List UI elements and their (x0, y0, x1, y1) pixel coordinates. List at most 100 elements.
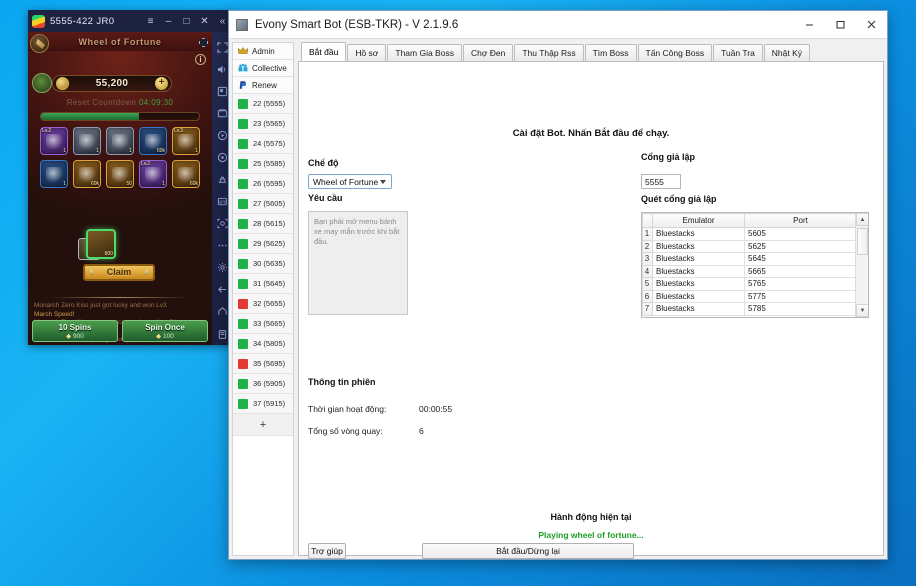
prize-item[interactable]: Lv.21 (139, 160, 167, 188)
account-status-indicator (238, 199, 248, 209)
bot-window[interactable]: Evony Smart Bot (ESB-TKR) - V 2.1.9.6 Ad… (228, 10, 888, 560)
prize-item[interactable]: 1 (73, 127, 101, 155)
scroll-down-arrow-icon[interactable]: ▼ (856, 304, 869, 317)
game-viewport[interactable]: Wheel of Fortune i 55,200 + Reset Countd… (28, 32, 212, 345)
panel-header-note: Cài đặt Bot. Nhấn Bắt đầu để chạy. (299, 128, 883, 139)
info-icon[interactable]: i (195, 54, 206, 65)
table-row[interactable]: 3Bluestacks5645 (643, 253, 857, 266)
row-index: 4 (643, 265, 653, 278)
account-list-item[interactable]: 27 (5605) (233, 194, 293, 214)
expand-icon[interactable] (199, 38, 208, 47)
requirement-textbox[interactable]: Bạn phải mở menu bánh xe may mắn trước k… (308, 211, 408, 315)
account-list-item[interactable]: 29 (5625) (233, 234, 293, 254)
prize-item[interactable]: 50 (106, 160, 134, 188)
sidebar-item-renew[interactable]: Renew (233, 77, 293, 94)
account-list-item[interactable]: 34 (5805) (233, 334, 293, 354)
claim-button[interactable]: Claim (83, 264, 155, 281)
help-button[interactable]: Trợ giúp (308, 543, 346, 559)
menu-icon[interactable]: ≡ (142, 11, 159, 31)
account-list-item[interactable]: 31 (5645) (233, 274, 293, 294)
table-row[interactable]: 5Bluestacks5765 (643, 278, 857, 291)
app-icon (236, 19, 248, 31)
maximize-icon[interactable]: □ (178, 11, 195, 31)
column-header-port[interactable]: Port (745, 214, 857, 228)
account-list-item[interactable]: 26 (5595) (233, 174, 293, 194)
accounts-sidebar: Admin Collective Renew 22 (5555)23 (5565… (232, 42, 294, 556)
table-row[interactable]: 7Bluestacks5785 (643, 303, 857, 316)
table-row[interactable]: 2Bluestacks5625 (643, 240, 857, 253)
close-button[interactable] (856, 11, 887, 39)
session-info-label: Thông tin phiên (308, 377, 375, 387)
account-list-item[interactable]: 23 (5565) (233, 114, 293, 134)
account-status-indicator (238, 99, 248, 109)
current-action-value: Playing wheel of fortune... (299, 530, 883, 540)
account-list-item[interactable]: 33 (5665) (233, 314, 293, 334)
mode-select[interactable]: Wheel of Fortune (308, 174, 392, 189)
account-list-item[interactable]: 30 (5635) (233, 254, 293, 274)
tab-2[interactable]: Tham Gia Boss (387, 44, 462, 61)
prize-item[interactable]: Lv.21 (40, 127, 68, 155)
tab-5[interactable]: Tìm Boss (585, 44, 637, 61)
account-list-item[interactable]: 32 (5655) (233, 294, 293, 314)
table-row[interactable]: 4Bluestacks5665 (643, 265, 857, 278)
port-input[interactable]: 5555 (641, 174, 681, 189)
sidebar-item-admin[interactable]: Admin (233, 43, 293, 60)
sidebar-empty-area (233, 436, 293, 555)
add-account-button[interactable]: + (233, 414, 293, 436)
mode-label: Chế độ (308, 158, 339, 168)
coin-icon (56, 77, 69, 90)
emulator-port-table[interactable]: Emulator Port 1Bluestacks56052Bluestacks… (641, 212, 869, 318)
cell-port: 5775 (745, 290, 857, 303)
account-list-item[interactable]: 28 (5615) (233, 214, 293, 234)
tab-6[interactable]: Tấn Công Boss (638, 44, 713, 61)
prize-item[interactable]: 60k (172, 160, 200, 188)
table-row[interactable]: 1Bluestacks5605 (643, 228, 857, 241)
tab-7[interactable]: Tuần Tra (713, 44, 763, 61)
prize-item[interactable]: 60k (139, 127, 167, 155)
prize-item[interactable]: Lv.31 (172, 127, 200, 155)
account-list-item[interactable]: 37 (5915) (233, 394, 293, 414)
emulator-window[interactable]: 5555-422 JR0 ≡ – □ ✕ « Wheel of Fortune … (28, 10, 233, 345)
prize-item[interactable]: 1 (40, 160, 68, 188)
won-prize-item[interactable]: 600 (86, 229, 116, 259)
tab-0[interactable]: Bắt đầu (301, 42, 346, 61)
minimize-icon[interactable]: – (160, 11, 177, 31)
close-icon[interactable]: ✕ (196, 11, 213, 31)
prize-item[interactable]: 1 (106, 127, 134, 155)
wheel-of-fortune-header: Wheel of Fortune (28, 32, 212, 51)
account-label: 26 (5595) (253, 179, 285, 188)
maximize-button[interactable] (825, 11, 856, 39)
row-index: 5 (643, 278, 653, 291)
scrollbar-thumb[interactable] (857, 228, 868, 255)
tab-8[interactable]: Nhật Ký (764, 44, 810, 61)
prize-item[interactable]: 60k (73, 160, 101, 188)
prize-qty: 60k (190, 181, 198, 187)
account-list-item[interactable]: 25 (5585) (233, 154, 293, 174)
add-coins-icon[interactable]: + (155, 77, 168, 90)
coin-balance-bar[interactable]: 55,200 + (52, 75, 172, 92)
account-list-item[interactable]: 24 (5575) (233, 134, 293, 154)
minimize-button[interactable] (794, 11, 825, 39)
tab-1[interactable]: Hồ sơ (347, 44, 386, 61)
reset-countdown: Reset Countdown 04:09:30 (28, 98, 212, 107)
sidebar-item-collective[interactable]: Collective (233, 60, 293, 77)
reset-countdown-value: 04:09:30 (139, 98, 173, 107)
wheel-of-fortune-title: Wheel of Fortune (78, 37, 161, 47)
scroll-up-arrow-icon[interactable]: ▲ (856, 213, 869, 226)
spin-once-button[interactable]: Spin Once 100 (122, 320, 208, 342)
spins-value: 6 (419, 426, 424, 436)
start-stop-button[interactable]: Bắt đầu/Dừng lại (422, 543, 634, 559)
table-header-row: Emulator Port (643, 214, 857, 228)
table-scrollbar[interactable]: ▲ ▼ (855, 213, 868, 317)
account-list-item[interactable]: 36 (5905) (233, 374, 293, 394)
spin-ten-button[interactable]: 10 Spins 900 (32, 320, 118, 342)
tab-3[interactable]: Chợ Đen (463, 44, 513, 61)
column-header-emulator[interactable]: Emulator (653, 214, 745, 228)
account-label: 33 (5665) (253, 319, 285, 328)
account-label: 27 (5605) (253, 199, 285, 208)
emulator-port-grid: Emulator Port 1Bluestacks56052Bluestacks… (642, 213, 857, 316)
account-list-item[interactable]: 35 (5695) (233, 354, 293, 374)
account-list-item[interactable]: 22 (5555) (233, 94, 293, 114)
tab-4[interactable]: Thu Thập Rss (514, 44, 583, 61)
table-row[interactable]: 6Bluestacks5775 (643, 290, 857, 303)
